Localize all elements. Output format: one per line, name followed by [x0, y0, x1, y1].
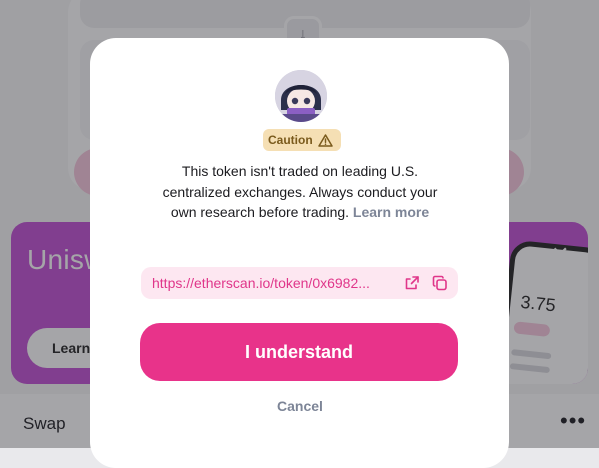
copy-icon[interactable]: [432, 275, 448, 291]
token-warning-modal: Caution This token isn't traded on leadi…: [90, 38, 509, 468]
cancel-button[interactable]: Cancel: [250, 398, 350, 414]
caution-badge: Caution: [263, 129, 341, 151]
warning-message: This token isn't traded on leading U.S. …: [150, 161, 450, 223]
etherscan-link-row: https://etherscan.io/token/0x6982...: [141, 267, 458, 299]
caution-label: Caution: [268, 133, 313, 147]
learn-more-link[interactable]: Learn more: [353, 204, 429, 220]
etherscan-link[interactable]: https://etherscan.io/token/0x6982...: [152, 275, 398, 291]
i-understand-button[interactable]: I understand: [140, 323, 458, 381]
warning-triangle-icon: [317, 133, 333, 147]
external-link-icon[interactable]: [404, 275, 420, 291]
token-avatar: [275, 70, 327, 122]
